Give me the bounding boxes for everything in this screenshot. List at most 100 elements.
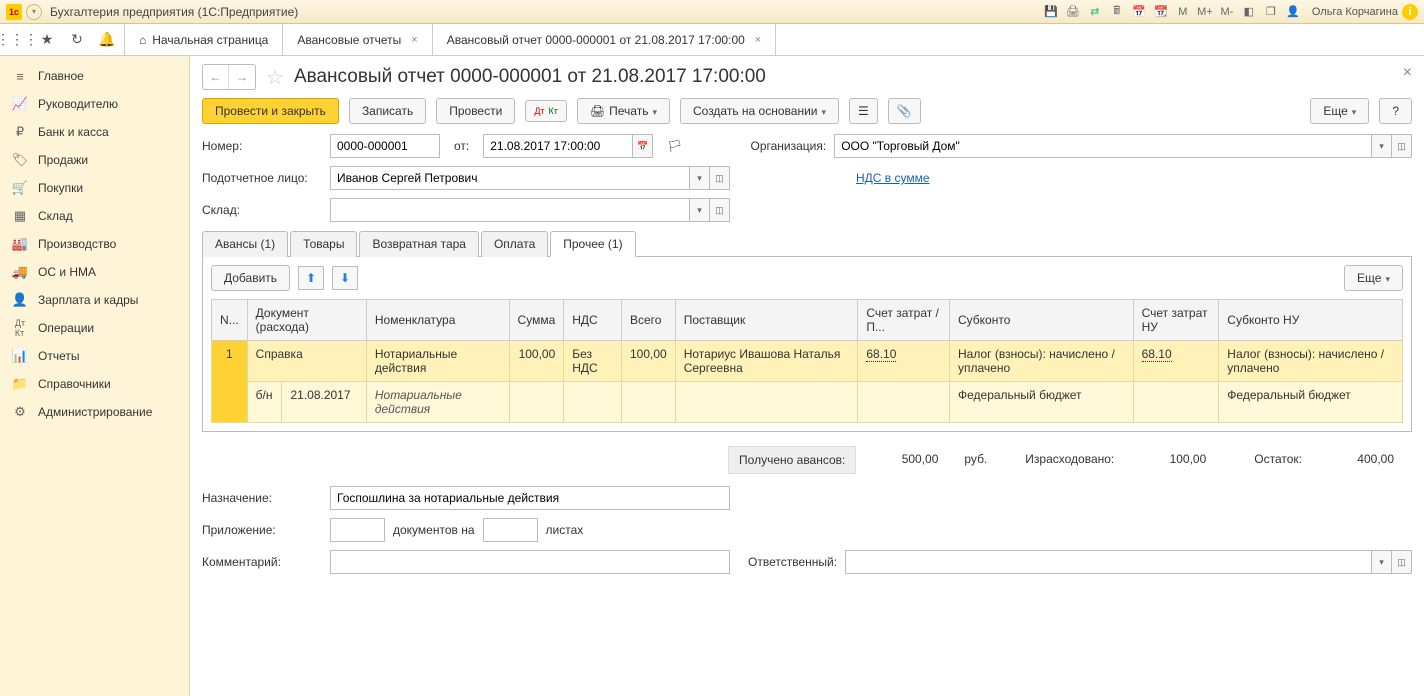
- cell-doc-num[interactable]: б/н: [247, 382, 282, 423]
- dropdown-icon[interactable]: ▾: [690, 198, 710, 222]
- calendar-picker-icon[interactable]: 📅: [633, 134, 653, 158]
- sidebar-item-operations[interactable]: ДтКтОперации: [0, 314, 189, 342]
- col-total[interactable]: Всего: [622, 300, 676, 341]
- tab-returnable[interactable]: Возвратная тара: [359, 231, 479, 257]
- grid-other[interactable]: N... Документ (расхода) Номенклатура Сум…: [211, 299, 1403, 423]
- cell-doc-date[interactable]: 21.08.2017: [282, 382, 366, 423]
- post-and-close-button[interactable]: Провести и закрыть: [202, 98, 339, 124]
- cell-acct-nu[interactable]: 68.10: [1133, 341, 1219, 382]
- table-row[interactable]: б/н 21.08.2017 Нотариальные действия Фед…: [212, 382, 1403, 423]
- tab-expense-reports[interactable]: Авансовые отчеты ×: [283, 24, 432, 55]
- cell-total[interactable]: 100,00: [622, 341, 676, 382]
- favorite-star-icon[interactable]: ☆: [266, 65, 284, 90]
- window-icon[interactable]: ❐: [1262, 3, 1280, 21]
- cell-empty[interactable]: [1133, 382, 1219, 423]
- close-icon[interactable]: ×: [755, 34, 761, 46]
- star-icon[interactable]: ★: [38, 31, 56, 49]
- app-menu-dropdown[interactable]: [26, 4, 42, 20]
- col-n[interactable]: N...: [212, 300, 248, 341]
- add-row-button[interactable]: Добавить: [211, 265, 290, 291]
- sidebar-item-sales[interactable]: 🏷Продажи: [0, 146, 189, 174]
- more-button[interactable]: Еще: [1310, 98, 1369, 124]
- col-acct-nu[interactable]: Счет затрат НУ: [1133, 300, 1219, 341]
- grid-more-button[interactable]: Еще: [1344, 265, 1403, 291]
- sidebar-item-purchases[interactable]: 🛒Покупки: [0, 174, 189, 202]
- cell-nom[interactable]: Нотариальные действия: [366, 341, 509, 382]
- tab-goods[interactable]: Товары: [290, 231, 357, 257]
- sidebar-item-warehouse[interactable]: ▦Склад: [0, 202, 189, 230]
- print-icon[interactable]: 🖨: [1064, 3, 1082, 21]
- cell-doc[interactable]: Справка: [247, 341, 366, 382]
- tab-payment[interactable]: Оплата: [481, 231, 548, 257]
- col-doc[interactable]: Документ (расхода): [247, 300, 366, 341]
- cell-acct[interactable]: 68.10: [858, 341, 950, 382]
- col-vat[interactable]: НДС: [564, 300, 622, 341]
- tab-expense-report-doc[interactable]: Авансовый отчет 0000-000001 от 21.08.201…: [433, 24, 777, 55]
- attach-button[interactable]: 📎: [888, 98, 921, 124]
- attach-sheets-input[interactable]: [483, 518, 538, 542]
- col-nom[interactable]: Номенклатура: [366, 300, 509, 341]
- bell-icon[interactable]: 🔔: [98, 31, 116, 49]
- move-up-button[interactable]: ⬆: [298, 266, 324, 290]
- flag-icon[interactable]: 🏳: [667, 139, 682, 153]
- number-input[interactable]: [330, 134, 440, 158]
- move-down-button[interactable]: ⬇: [332, 266, 358, 290]
- create-based-button[interactable]: Создать на основании: [680, 98, 839, 124]
- sidebar-item-manager[interactable]: 📈Руководителю: [0, 90, 189, 118]
- tab-home[interactable]: ⌂ Начальная страница: [125, 24, 283, 55]
- m-plus-button[interactable]: M+: [1196, 3, 1214, 21]
- forward-button[interactable]: →: [229, 65, 255, 89]
- open-icon[interactable]: ◫: [1392, 550, 1412, 574]
- open-icon[interactable]: ◫: [1392, 134, 1412, 158]
- col-subk[interactable]: Субконто: [949, 300, 1133, 341]
- cell-sum[interactable]: 100,00: [509, 341, 564, 382]
- close-page-button[interactable]: ×: [1403, 64, 1412, 82]
- attach-docs-input[interactable]: [330, 518, 385, 542]
- responsible-input[interactable]: [845, 550, 1372, 574]
- col-sum[interactable]: Сумма: [509, 300, 564, 341]
- sidebar-item-catalogs[interactable]: 📁Справочники: [0, 370, 189, 398]
- tab-other[interactable]: Прочее (1): [550, 231, 635, 257]
- cell-empty[interactable]: [675, 382, 858, 423]
- cell-supplier[interactable]: Нотариус Ивашова Наталья Сергеевна: [675, 341, 858, 382]
- person-input[interactable]: [330, 166, 690, 190]
- cell-nom[interactable]: Нотариальные действия: [366, 382, 509, 423]
- dropdown-icon[interactable]: ▾: [1372, 134, 1392, 158]
- cell-subk[interactable]: Федеральный бюджет: [949, 382, 1133, 423]
- cell-subk-nu[interactable]: Федеральный бюджет: [1219, 382, 1403, 423]
- dropdown-icon[interactable]: ▾: [1372, 550, 1392, 574]
- sidebar-item-bank[interactable]: ₽Банк и касса: [0, 118, 189, 146]
- cell-vat[interactable]: Без НДС: [564, 341, 622, 382]
- m-button[interactable]: M: [1174, 3, 1192, 21]
- col-acct[interactable]: Счет затрат / П...: [858, 300, 950, 341]
- open-icon[interactable]: ◫: [710, 166, 730, 190]
- history-icon[interactable]: ↻: [68, 31, 86, 49]
- cell-subk[interactable]: Налог (взносы): начислено / уплачено: [949, 341, 1133, 382]
- compare-icon[interactable]: ⇄: [1086, 3, 1104, 21]
- sidebar-item-main[interactable]: ≡Главное: [0, 62, 189, 90]
- table-row[interactable]: 1 Справка Нотариальные действия 100,00 Б…: [212, 341, 1403, 382]
- org-input[interactable]: [834, 134, 1372, 158]
- print-button[interactable]: 🖨Печать: [577, 98, 670, 124]
- back-button[interactable]: ←: [203, 65, 229, 89]
- cell-empty[interactable]: [509, 382, 564, 423]
- dk-postings-button[interactable]: ДтКт: [525, 100, 567, 122]
- m-minus-button[interactable]: M-: [1218, 3, 1236, 21]
- dropdown-icon[interactable]: ▾: [690, 166, 710, 190]
- cell-empty[interactable]: [858, 382, 950, 423]
- purpose-input[interactable]: [330, 486, 730, 510]
- comment-input[interactable]: [330, 550, 730, 574]
- post-button[interactable]: Провести: [436, 98, 515, 124]
- apps-icon[interactable]: ⋮⋮⋮: [8, 31, 26, 49]
- col-supplier[interactable]: Поставщик: [675, 300, 858, 341]
- cell-subk-nu[interactable]: Налог (взносы): начислено / уплачено: [1219, 341, 1403, 382]
- info-icon[interactable]: i: [1402, 4, 1418, 20]
- sidebar-item-reports[interactable]: 📊Отчеты: [0, 342, 189, 370]
- calendar2-icon[interactable]: 📆: [1152, 3, 1170, 21]
- warehouse-input[interactable]: [330, 198, 690, 222]
- sidebar-item-payroll[interactable]: 👤Зарплата и кадры: [0, 286, 189, 314]
- sidebar-item-production[interactable]: 🏭Производство: [0, 230, 189, 258]
- open-icon[interactable]: ◫: [710, 198, 730, 222]
- help-button[interactable]: ?: [1379, 98, 1412, 124]
- save-icon[interactable]: 💾: [1042, 3, 1060, 21]
